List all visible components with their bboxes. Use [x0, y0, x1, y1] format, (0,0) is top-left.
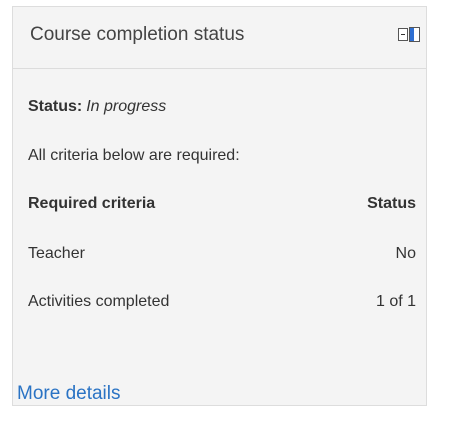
block-title: Course completion status: [30, 24, 245, 45]
criteria-note: All criteria below are required:: [28, 147, 240, 164]
criteria-column-header: Required criteria: [28, 195, 156, 212]
criteria-row-label: Activities completed: [28, 293, 170, 310]
criteria-row-label: Teacher: [28, 245, 85, 262]
status-column-header: Status: [367, 195, 416, 212]
status-value: In progress: [86, 98, 167, 115]
more-details-link[interactable]: More details: [17, 381, 121, 407]
minimize-icon[interactable]: [398, 28, 408, 41]
block-header: Course completion status: [13, 7, 426, 69]
criteria-row-status: No: [395, 245, 416, 262]
status-line: Status: In progress: [28, 96, 166, 118]
dock-icon[interactable]: [408, 27, 420, 42]
dock-control[interactable]: [398, 27, 420, 42]
criteria-row-status: 1 of 1: [375, 293, 416, 310]
status-label: Status:: [28, 98, 83, 115]
